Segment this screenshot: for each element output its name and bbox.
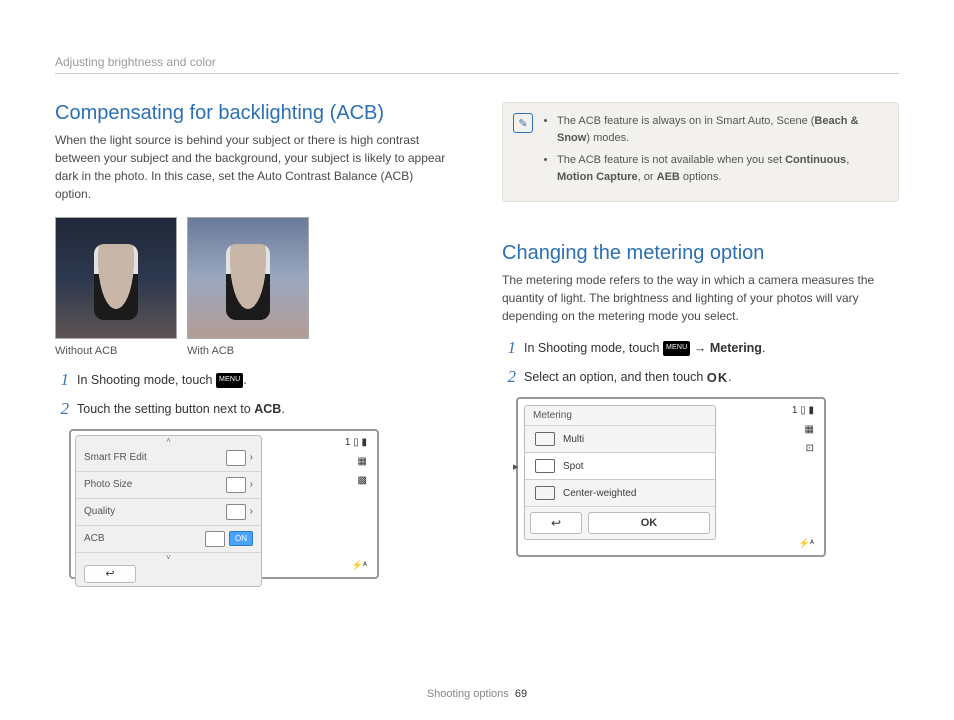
metering-option-multi[interactable]: Multi (525, 426, 715, 452)
metering-step-2: Select an option, and then touch OK. (524, 368, 899, 388)
info-note: ✎ The ACB feature is always on in Smart … (502, 102, 899, 202)
side-icon-2: ⊡ (792, 443, 814, 454)
chevron-right-icon: › (250, 506, 253, 517)
metering-intro: The metering mode refers to the way in w… (502, 271, 899, 325)
caption-with-acb: With ACB (187, 345, 307, 357)
chevron-right-icon: › (250, 452, 253, 463)
metering-heading: Changing the metering option (502, 242, 899, 265)
multi-icon (535, 432, 555, 446)
menu-row-quality[interactable]: Quality › (76, 499, 261, 526)
menu-row-photo-size[interactable]: Photo Size › (76, 472, 261, 499)
side-icon-2: ▩ (345, 475, 367, 486)
step-number-1: 1 (502, 339, 516, 356)
chevron-right-icon: › (250, 479, 253, 490)
acb-icon (205, 531, 225, 547)
acb-step-1: In Shooting mode, touch MENU. (77, 371, 452, 390)
breadcrumb: Adjusting brightness and color (55, 55, 899, 74)
flash-auto-icon: ⚡ᴬ (799, 538, 814, 549)
step-number-1: 1 (55, 371, 69, 388)
metering-option-center[interactable]: Center-weighted (525, 480, 715, 506)
acb-on-toggle[interactable]: ON (229, 531, 253, 546)
note-icon: ✎ (513, 113, 533, 133)
caption-without-acb: Without ACB (55, 345, 175, 357)
photo-with-acb (187, 217, 309, 339)
ok-icon: OK (707, 368, 729, 388)
acb-heading: Compensating for backlighting (ACB) (55, 102, 452, 125)
counter-indicator: 1 ▯ ▮ (792, 405, 814, 416)
acb-camera-screen: ˄ Smart FR Edit › Photo Size › Quality › (69, 429, 379, 579)
spot-icon (535, 459, 555, 473)
center-weighted-icon (535, 486, 555, 500)
metering-step-1: In Shooting mode, touch MENU → Metering. (524, 339, 899, 358)
note-item-2: The ACB feature is not available when yo… (557, 152, 886, 185)
photo-size-icon (226, 477, 246, 493)
page-footer: Shooting options 69 (0, 688, 954, 700)
acb-step-2: Touch the setting button next to ACB. (77, 400, 452, 419)
metering-panel-title: Metering (525, 406, 715, 426)
note-item-1: The ACB feature is always on in Smart Au… (557, 113, 886, 146)
step-number-2: 2 (55, 400, 69, 417)
right-column: ✎ The ACB feature is always on in Smart … (502, 102, 899, 579)
menu-row-acb[interactable]: ACB ON (76, 526, 261, 553)
left-column: Compensating for backlighting (ACB) When… (55, 102, 452, 579)
acb-intro: When the light source is behind your sub… (55, 131, 452, 203)
menu-row-smart-fr[interactable]: Smart FR Edit › (76, 445, 261, 472)
scroll-down-icon: ˅ (76, 553, 261, 562)
step-number-2: 2 (502, 368, 516, 385)
counter-indicator: 1 ▯ ▮ (345, 437, 367, 448)
side-icon-1: ▦ (345, 456, 367, 467)
photo-without-acb (55, 217, 177, 339)
back-button[interactable]: ↩ (84, 565, 136, 583)
metering-camera-screen: Metering Multi Spot Center-weighted ↩ OK (516, 397, 826, 557)
metering-option-spot[interactable]: Spot (525, 452, 715, 480)
smart-fr-icon (226, 450, 246, 466)
scroll-up-icon: ˄ (76, 436, 261, 445)
menu-icon: MENU (216, 373, 243, 388)
menu-icon: MENU (663, 341, 690, 356)
back-button[interactable]: ↩ (530, 512, 582, 534)
flash-auto-icon: ⚡ᴬ (352, 560, 367, 571)
side-icon-1: ▦ (792, 424, 814, 435)
ok-button[interactable]: OK (588, 512, 710, 534)
quality-icon (226, 504, 246, 520)
